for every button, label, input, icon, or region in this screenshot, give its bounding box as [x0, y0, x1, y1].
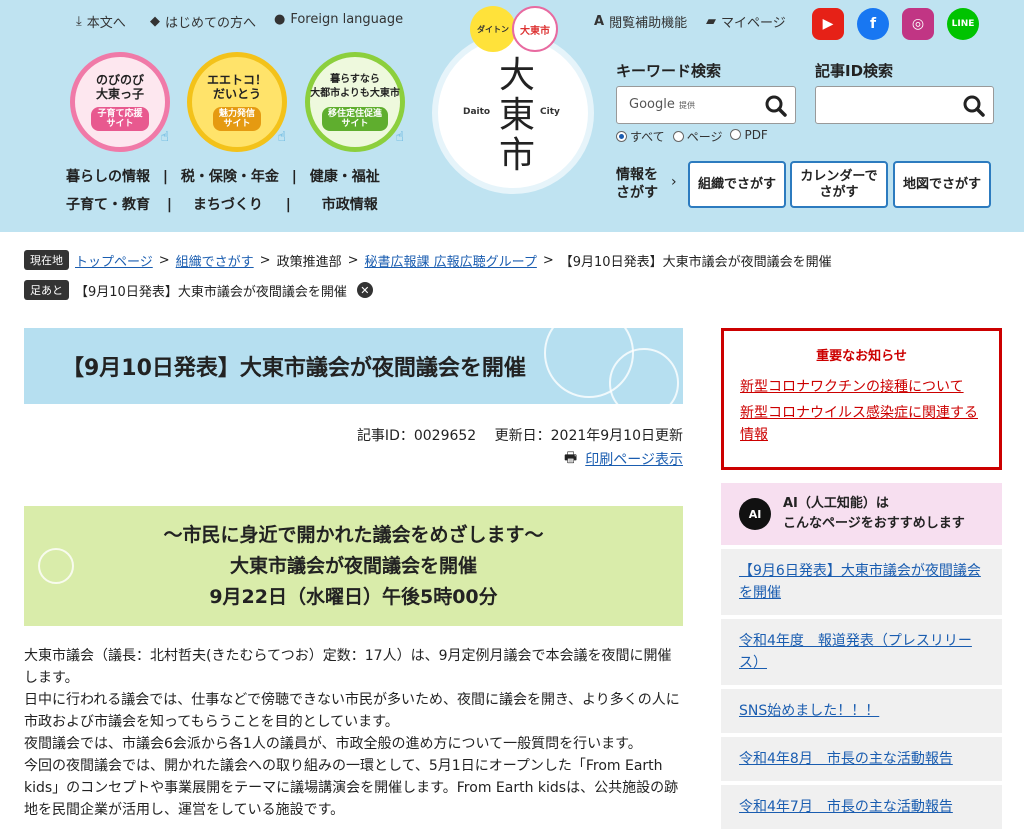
highlight-box: ～市民に身近で開かれた議会をめざします～ 大東市議会が夜間議会を開催 9月22日…: [24, 506, 683, 626]
search-scope-radios: すべて ページ PDF: [616, 128, 768, 145]
font-size-icon: A: [594, 14, 605, 29]
nav-town-planning[interactable]: まちづくり: [193, 197, 263, 213]
article-meta: 記事ID：0029652 更新日：2021年9月10日更新: [356, 428, 683, 444]
facebook-icon[interactable]: f: [857, 8, 889, 40]
beginner-mark-icon: ◆: [150, 14, 160, 29]
print-page-link[interactable]: 🖶 印刷ページ表示: [564, 447, 683, 471]
close-icon[interactable]: ✕: [356, 282, 373, 298]
pointer-icon: ☝: [395, 129, 404, 145]
ai-head-icon: AI: [739, 498, 771, 530]
banner-title: エエトコ！ だいとう: [206, 73, 267, 101]
body-paragraph: 夜間議会では、市議会6会派から各1人の議員が、市政全般の進め方について一般質問を…: [24, 736, 642, 752]
child-support-site-banner[interactable]: のびのび 大東っ子 子育て応援 サイト ☝: [70, 52, 170, 152]
logo-city: City: [540, 107, 560, 117]
search-icon[interactable]: [765, 95, 787, 117]
recommendation-item: 令和4年度 報道発表（プレスリリース）: [721, 619, 1002, 685]
ai-recommendation-heading: AI（人工知能）は こんなページをおすすめします: [783, 496, 965, 531]
breadcrumb-current: 【9月10日発表】大東市議会が夜間議会を開催: [559, 254, 832, 270]
breadcrumb: 現在地 トップページ > 組織でさがす > 政策推進部 > 秘書広報課 広報広聴…: [24, 250, 832, 270]
download-icon: ⤓: [76, 14, 82, 29]
ai-recommendation-header: AI AI（人工知能）は こんなページをおすすめします: [721, 483, 1002, 545]
breadcrumb-organization-link[interactable]: 組織でさがす: [176, 251, 254, 270]
decorative-ring: [38, 548, 74, 584]
site-header: ⤓ 本文へ ◆ はじめての方へ ● Foreign language のびのび …: [0, 0, 1024, 232]
breadcrumb-pr-group-link[interactable]: 秘書広報課 広報広聴グループ: [365, 251, 537, 270]
pointer-icon: ☝: [160, 129, 169, 145]
mypage-link[interactable]: ▰ マイページ: [706, 12, 786, 31]
keyword-search-heading: キーワード検索: [616, 62, 722, 80]
banner-subtitle: 子育て応援 サイト: [91, 107, 149, 131]
chevron-right-icon: ›: [671, 174, 677, 190]
line-icon[interactable]: LINE: [947, 8, 979, 40]
banner-title: 暮らすなら 大都市よりも大東市: [310, 74, 400, 99]
globe-icon: ●: [274, 12, 286, 27]
scope-page-radio[interactable]: ページ: [672, 128, 722, 145]
banner-subtitle: 移住定住促進 サイト: [321, 107, 388, 131]
banner-subtitle: 魅力発信 サイト: [212, 107, 261, 131]
first-time-visitors-link[interactable]: ◆ はじめての方へ: [150, 12, 256, 31]
page-title-box: 【9月10日発表】大東市議会が夜間議会を開催: [24, 328, 683, 404]
logo-daito: Daito: [463, 107, 491, 117]
relocation-site-banner[interactable]: 暮らすなら 大都市よりも大東市 移住定住促進 サイト ☝: [305, 52, 405, 152]
find-by-organization-button[interactable]: 組織でさがす: [688, 161, 786, 208]
search-icon[interactable]: [963, 95, 985, 117]
nav-tax-insurance[interactable]: 税・保険・年金: [181, 169, 279, 185]
nav-living[interactable]: 暮らしの情報: [66, 169, 150, 185]
recommendation-item: SNS始めました！！！: [721, 689, 1002, 733]
body-paragraph: 日中に行われる議会では、仕事などで傍聴できない市民が多いため、夜間に議会を開き、…: [24, 692, 680, 730]
page-title: 【9月10日発表】大東市議会が夜間議会を開催: [62, 356, 526, 381]
find-by-map-button[interactable]: 地図でさがす: [893, 161, 991, 208]
notice-link-covid[interactable]: 新型コロナウイルス感染症に関連する情報: [740, 402, 983, 446]
important-notice-box: 重要なお知らせ 新型コロナワクチンの接種について 新型コロナウイルス感染症に関連…: [721, 328, 1002, 470]
scope-pdf-radio[interactable]: PDF: [730, 128, 768, 145]
attraction-site-banner[interactable]: エエトコ！ だいとう 魅力発信 サイト ☝: [187, 52, 287, 152]
accessibility-tools-link[interactable]: A 閲覧補助機能: [594, 12, 687, 31]
recommendation-item: 【9月6日発表】大東市議会が夜間議会を開催: [721, 549, 1002, 615]
recommendation-item: 令和4年8月 市長の主な活動報告: [721, 737, 1002, 781]
keyword-search-input[interactable]: Google 提供: [616, 86, 796, 124]
body-paragraph: 今回の夜間議会では、開かれた議会への取り組みの一環として、5月1日にオープンした…: [24, 758, 679, 818]
youtube-icon[interactable]: ▶: [812, 8, 844, 40]
mascot-left-icon: ダイトン: [470, 6, 516, 52]
find-by-calendar-button[interactable]: カレンダーで さがす: [790, 161, 888, 208]
mascot-right-icon: 大東市: [512, 6, 558, 52]
nav-city-administration[interactable]: 市政情報: [322, 197, 378, 213]
scope-all-radio[interactable]: すべて: [616, 128, 665, 145]
instagram-icon[interactable]: ◎: [902, 8, 934, 40]
notice-title: 重要なお知らせ: [816, 349, 907, 364]
nav-childcare-education[interactable]: 子育て・教育: [66, 197, 150, 213]
footprint-item[interactable]: 【9月10日発表】大東市議会が夜間議会を開催: [75, 281, 347, 300]
nav-health-welfare[interactable]: 健康・福祉: [310, 169, 380, 185]
article-id-input[interactable]: [815, 86, 994, 124]
skip-to-content-link[interactable]: ⤓ 本文へ: [76, 12, 126, 31]
footprint-tag: 足あと: [24, 280, 69, 300]
decorative-ring: [609, 348, 679, 404]
category-nav-row-1: 暮らしの情報 | 税・保険・年金 | 健康・福祉: [66, 169, 380, 185]
article-id-search-heading: 記事ID検索: [815, 62, 894, 80]
highlight-line-3: 9月22日（水曜日）午後5時00分: [209, 586, 498, 608]
notice-link-vaccine[interactable]: 新型コロナワクチンの接種について: [740, 376, 983, 398]
printer-icon: 🖶: [564, 450, 578, 466]
foreign-language-link[interactable]: ● Foreign language: [274, 12, 403, 27]
logo-kanji: 大東市: [498, 55, 535, 176]
folder-icon: ▰: [706, 14, 716, 29]
recommendation-item: 令和4年7月 市長の主な活動報告: [721, 785, 1002, 829]
article-body: 大東市議会（議長：北村哲夫(きたむらてつお）定数：17人）は、9月定例月議会で本…: [24, 645, 684, 821]
footprint-trail: 足あと 【9月10日発表】大東市議会が夜間議会を開催 ✕: [24, 280, 373, 300]
category-nav-row-2: 子育て・教育 | まちづくり | 市政情報: [66, 197, 378, 213]
highlight-line-2: 大東市議会が夜間議会を開催: [229, 555, 477, 577]
banner-title: のびのび 大東っ子: [95, 73, 144, 101]
find-info-label: 情報を さがす: [616, 167, 658, 201]
pointer-icon: ☝: [277, 129, 286, 145]
body-paragraph: 大東市議会（議長：北村哲夫(きたむらてつお）定数：17人）は、9月定例月議会で本…: [24, 648, 672, 686]
current-location-tag: 現在地: [24, 250, 69, 270]
highlight-line-1: ～市民に身近で開かれた議会をめざします～: [163, 524, 544, 546]
breadcrumb-top-link[interactable]: トップページ: [75, 251, 153, 270]
breadcrumb-department: 政策推進部: [276, 254, 342, 270]
